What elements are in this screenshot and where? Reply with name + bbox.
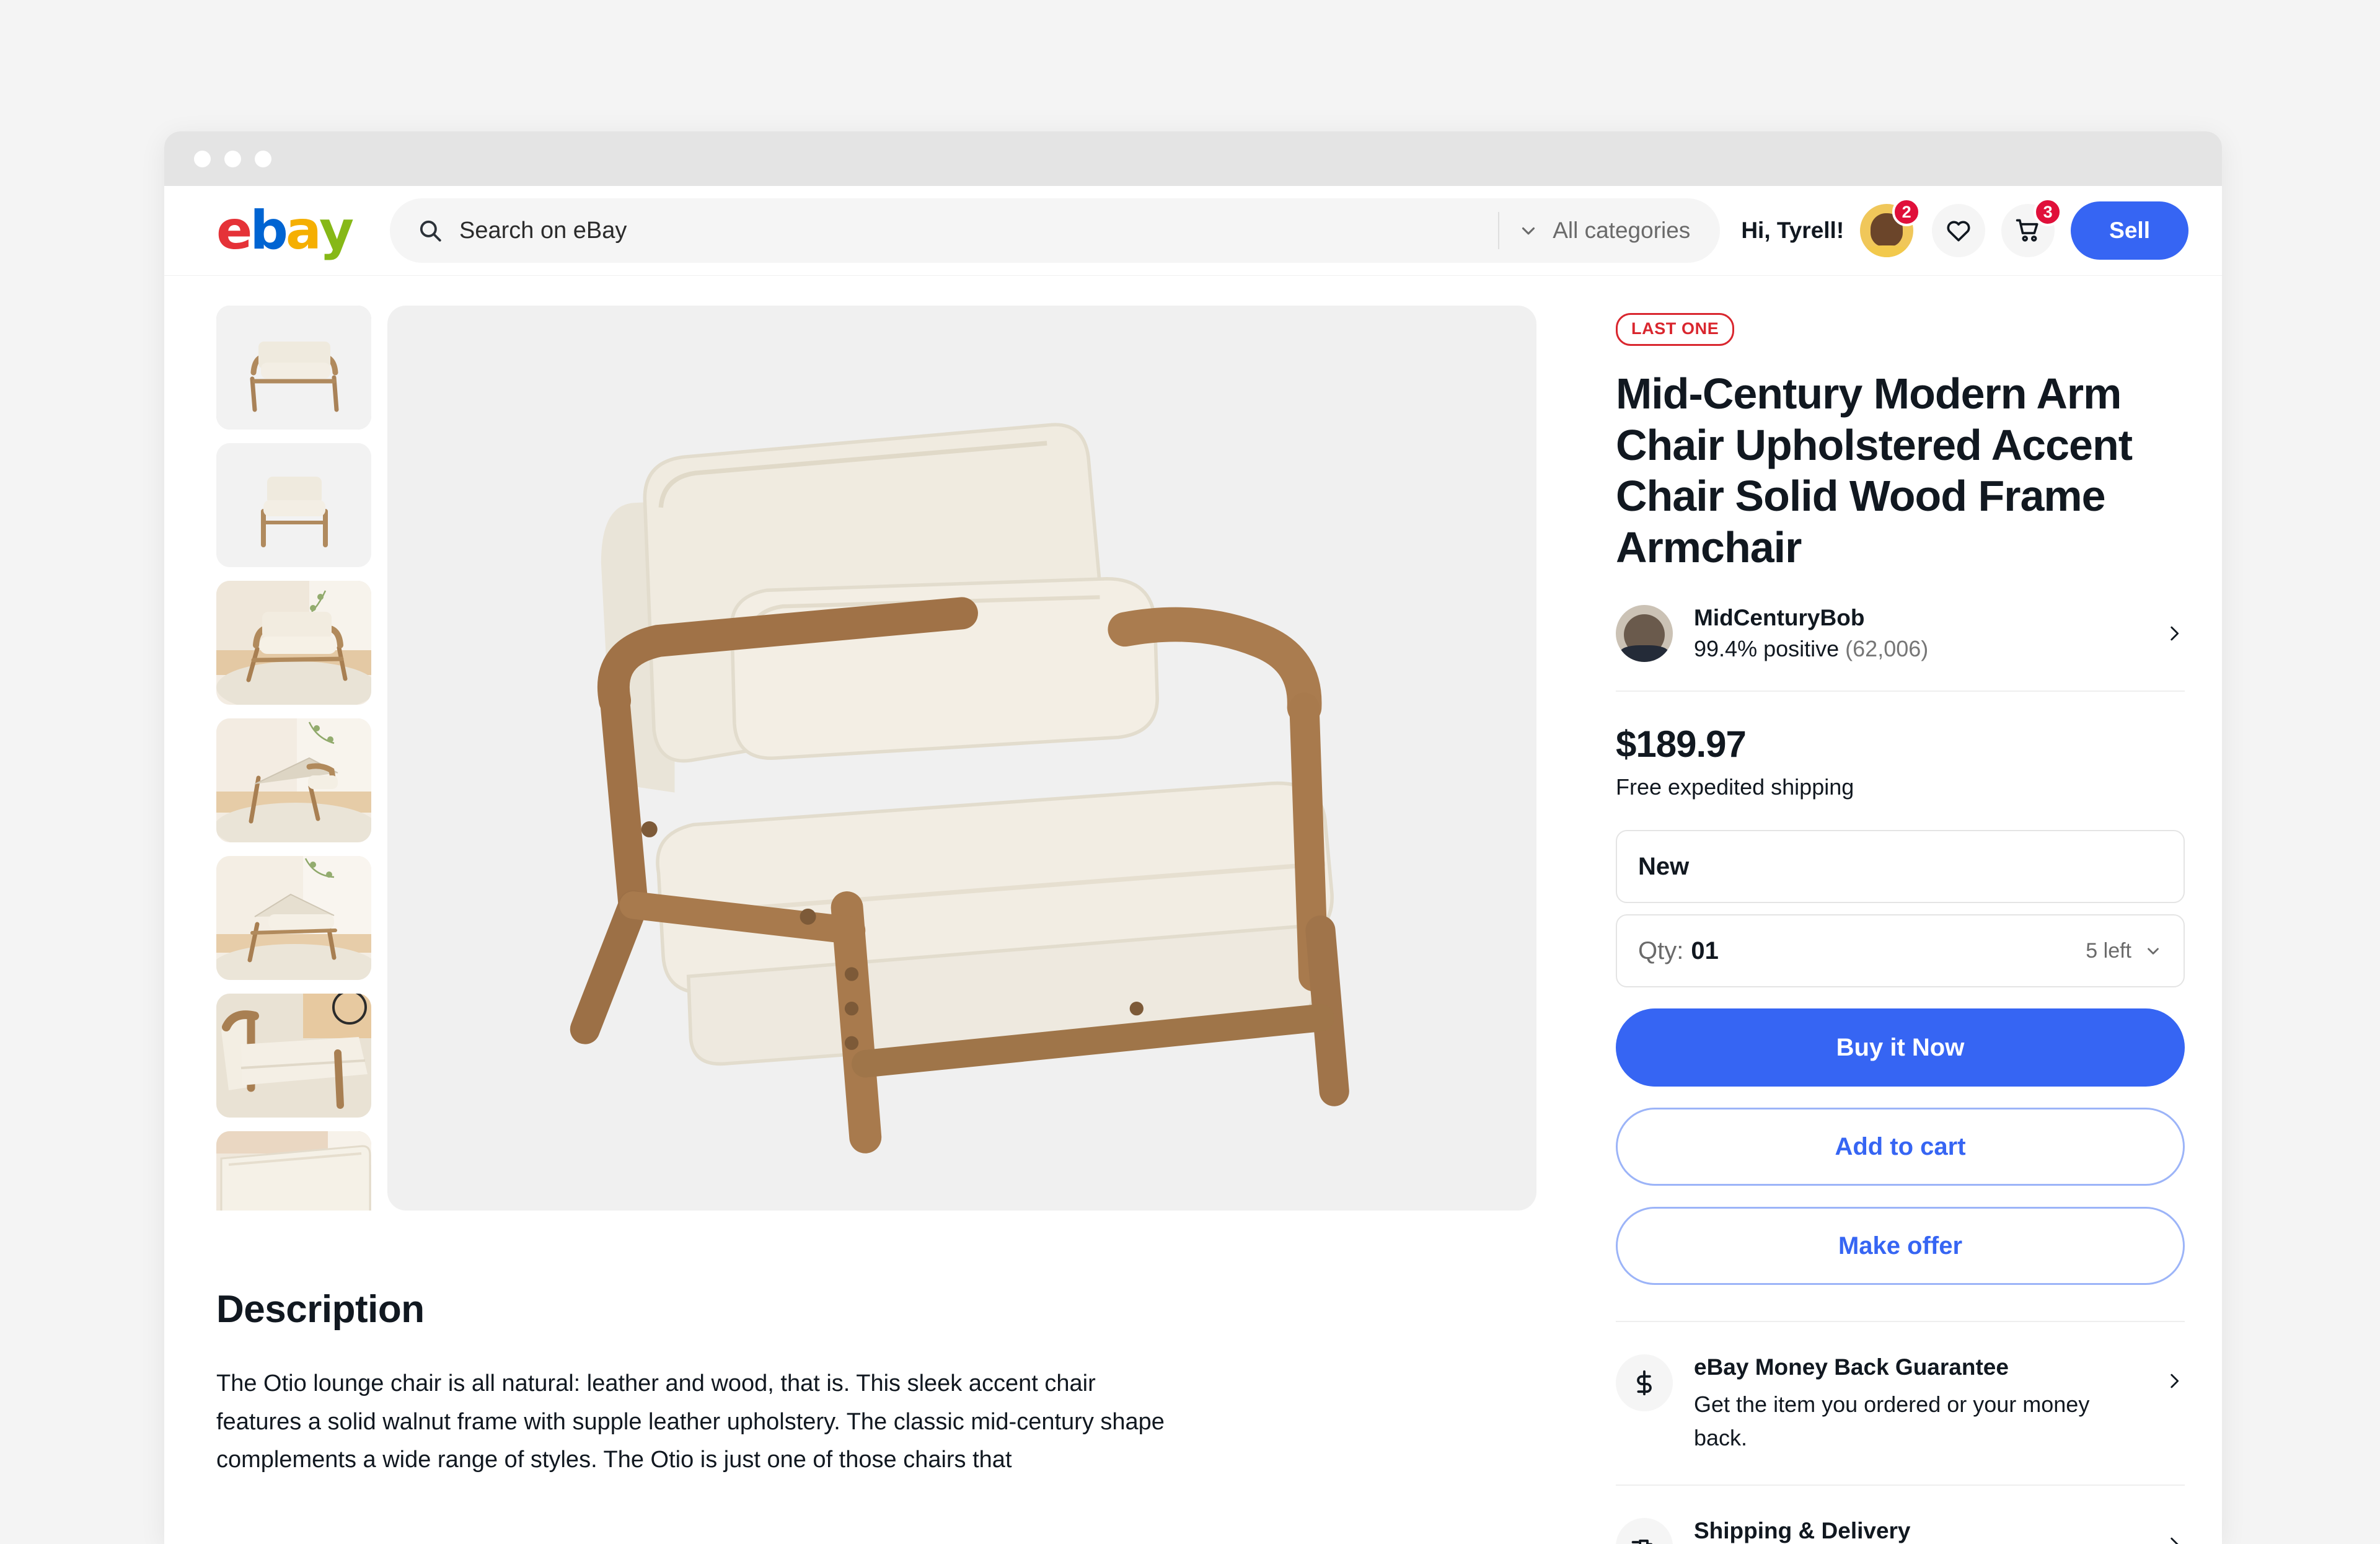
chevron-right-icon	[2171, 1538, 2179, 1544]
chair-illustration	[216, 1131, 371, 1211]
quantity-stepper[interactable]: Qty: 01 5 left	[1616, 914, 2185, 988]
minimize-icon[interactable]	[224, 150, 241, 167]
chevron-right-icon	[2171, 1374, 2179, 1388]
buy-box: LAST ONE Mid-Century Modern Arm Chair Up…	[1536, 306, 2185, 1544]
description-heading: Description	[216, 1288, 425, 1331]
thumbnail-strip[interactable]	[216, 306, 371, 1211]
quantity-value: 01	[1691, 937, 1719, 964]
buy-it-now-button[interactable]: Buy it Now	[1616, 1008, 2185, 1087]
thumbnail-6[interactable]	[216, 994, 371, 1118]
thumbnail-7[interactable]	[216, 1131, 371, 1211]
stock-left: 5 left	[2086, 938, 2131, 963]
shipping-title: Shipping & Delivery	[1694, 1518, 1911, 1544]
cart-button[interactable]: 3	[2001, 198, 2063, 257]
heart-icon	[1947, 221, 1970, 242]
chair-illustration	[216, 306, 371, 430]
page-title: Mid-Century Modern Arm Chair Upholstered…	[1616, 369, 2133, 571]
shipping-text: Shipping & Delivery Free shipping to 952…	[1694, 1518, 2143, 1544]
search-bar[interactable]: All categories	[390, 198, 1721, 263]
status-badge: LAST ONE	[1616, 313, 1735, 346]
description-section: Description The Otio lounge chair is all…	[216, 1227, 1183, 1480]
main-product-image[interactable]	[387, 306, 1536, 1211]
money-back-title: eBay Money Back Guarantee	[1694, 1354, 2009, 1380]
add-to-cart-button[interactable]: Add to cart	[1616, 1108, 2185, 1186]
ebay-logo[interactable]: e b a y	[216, 200, 354, 262]
condition-value: New	[1638, 852, 1690, 880]
maximize-icon[interactable]	[255, 150, 271, 167]
condition-select[interactable]: New	[1616, 830, 2185, 904]
logo-letter-b: b	[250, 200, 288, 262]
seller-name: MidCenturyBob	[1694, 605, 1865, 631]
close-icon[interactable]	[194, 150, 211, 167]
logo-letter-e: e	[216, 200, 252, 262]
seller-feedback-count: (62,006)	[1845, 636, 1929, 662]
thumbnail-3[interactable]	[216, 581, 371, 705]
dollar-icon-wrap	[1616, 1354, 1673, 1412]
cart-badge: 3	[2034, 198, 2063, 226]
money-back-subtitle: Get the item you ordered or your money b…	[1694, 1392, 2090, 1451]
category-dropdown[interactable]: All categories	[1518, 218, 1711, 244]
search-input[interactable]	[443, 217, 1499, 244]
sell-button[interactable]: Sell	[2071, 201, 2188, 260]
seller-text: MidCenturyBob 99.4% positive (62,006)	[1694, 605, 2143, 662]
shipping-delivery-row[interactable]: Shipping & Delivery Free shipping to 952…	[1616, 1486, 2185, 1544]
divider	[1616, 690, 2185, 692]
chair-illustration	[216, 718, 371, 842]
thumbnail-2[interactable]	[216, 443, 371, 567]
seller-info[interactable]: MidCenturyBob 99.4% positive (62,006)	[1616, 605, 2185, 690]
gallery-and-description: Description The Otio lounge chair is all…	[216, 306, 1536, 1544]
money-back-guarantee-row[interactable]: eBay Money Back Guarantee Get the item y…	[1616, 1322, 2185, 1484]
thumbnail-1[interactable]	[216, 306, 371, 430]
category-label: All categories	[1553, 218, 1691, 243]
product-price: $189.97	[1616, 723, 1747, 765]
dollar-icon	[1637, 1370, 1652, 1396]
search-icon	[420, 220, 441, 242]
chair-illustration-main	[387, 333, 1536, 1183]
logo-letter-a: a	[285, 200, 322, 262]
watchlist-button[interactable]	[1932, 204, 1986, 257]
description-body: The Otio lounge chair is all natural: le…	[216, 1370, 1165, 1473]
chair-illustration	[216, 856, 371, 980]
browser-window: e b a y All categories Hi, Tyrell! 2	[164, 131, 2222, 1544]
product-gallery	[216, 306, 1536, 1211]
thumbnail-4[interactable]	[216, 718, 371, 842]
chevron-down-icon	[1522, 227, 1535, 235]
chevron-down-icon	[2148, 948, 2159, 955]
seller-avatar	[1616, 605, 1673, 663]
make-offer-button[interactable]: Make offer	[1616, 1207, 2185, 1286]
chair-illustration	[216, 443, 371, 567]
seller-feedback: 99.4% positive (62,006)	[1694, 636, 2143, 662]
page-content: Description The Otio lounge chair is all…	[164, 276, 2222, 1544]
avatar[interactable]: 2	[1860, 198, 1921, 257]
search-divider	[1498, 212, 1500, 249]
ebay-header: e b a y All categories Hi, Tyrell! 2	[164, 186, 2222, 276]
shipping-note: Free expedited shipping	[1616, 774, 1854, 800]
chevron-right-icon	[2171, 627, 2179, 641]
truck-icon-wrap	[1616, 1518, 1673, 1544]
truck-icon	[1631, 1540, 1652, 1544]
logo-letter-y: y	[319, 200, 354, 262]
chair-illustration	[216, 581, 371, 705]
browser-titlebar	[164, 131, 2222, 186]
greeting-text: Hi, Tyrell!	[1741, 218, 1844, 243]
chair-illustration	[216, 994, 371, 1118]
seller-feedback-percent: 99.4% positive	[1694, 636, 1840, 662]
thumbnail-5[interactable]	[216, 856, 371, 980]
quantity-label: Qty:	[1638, 937, 1684, 964]
money-back-text: eBay Money Back Guarantee Get the item y…	[1694, 1354, 2143, 1455]
avatar-badge: 2	[1892, 198, 1921, 226]
